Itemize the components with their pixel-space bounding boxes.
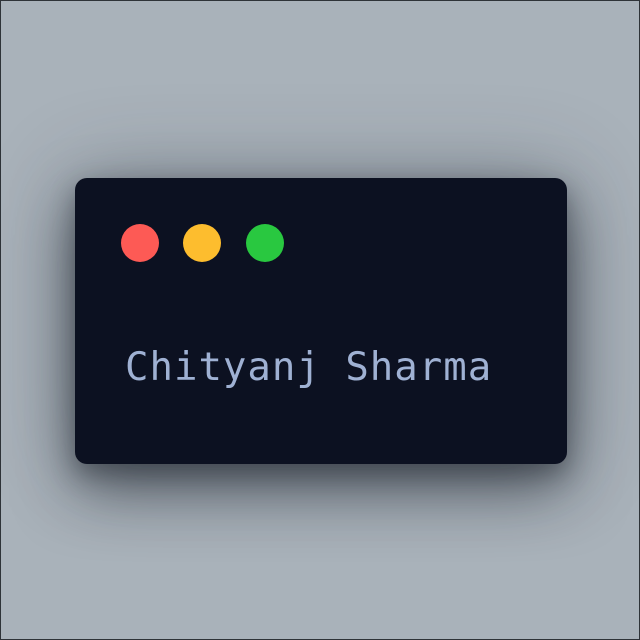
maximize-window-button[interactable]	[246, 224, 284, 262]
terminal-window: Chityanj Sharma	[75, 178, 567, 464]
window-name-text: Chityanj Sharma	[125, 345, 493, 390]
close-window-button[interactable]	[121, 224, 159, 262]
minimize-window-button[interactable]	[183, 224, 221, 262]
page-background: Chityanj Sharma	[0, 0, 640, 640]
